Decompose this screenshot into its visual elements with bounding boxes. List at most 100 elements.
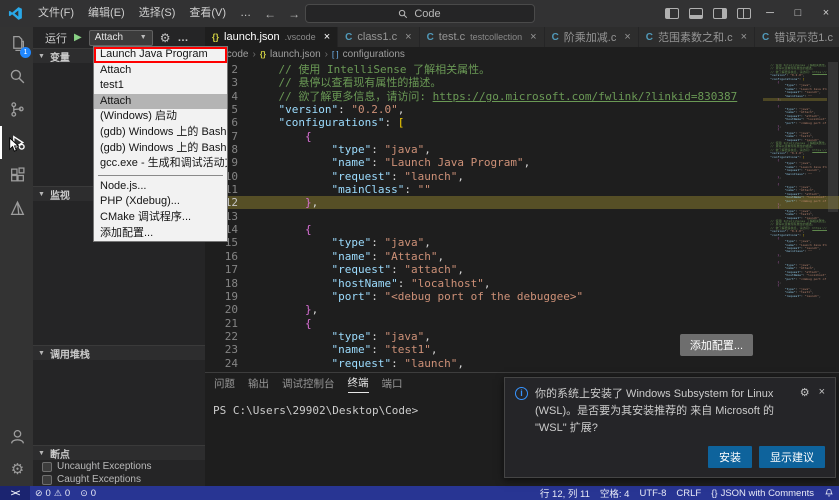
line-number[interactable]: 17 xyxy=(205,263,245,276)
encoding-setting[interactable]: UTF-8 xyxy=(634,488,671,499)
breakpoint-row[interactable]: Caught Exceptions xyxy=(33,473,205,486)
add-configuration-button[interactable]: 添加配置... xyxy=(679,334,753,356)
launch-config-select[interactable]: Attach ▼ xyxy=(88,29,153,46)
minimap[interactable]: // 使用 IntelliSense 了解相关属性。 // 悬停以查看现有属性的… xyxy=(763,64,827,372)
sidebar-item-source-control[interactable] xyxy=(0,93,33,126)
dropdown-item[interactable]: gcc.exe - 生成和调试活动文件 xyxy=(94,156,227,172)
dropdown-item[interactable]: PHP (Xdebug)... xyxy=(94,194,227,210)
code-line[interactable]: "request": "attach", xyxy=(252,263,763,276)
toggle-panel-icon[interactable] xyxy=(689,8,703,19)
dropdown-item[interactable]: Launch Java Program xyxy=(94,47,227,63)
sidebar-item-cmake[interactable] xyxy=(0,192,33,225)
minimize-icon[interactable]: ─ xyxy=(757,0,783,27)
code-line[interactable]: { xyxy=(252,223,763,236)
command-center-search[interactable]: Code xyxy=(304,4,535,23)
code-line[interactable]: "mainClass": "" xyxy=(252,183,763,196)
tab-sushu-c[interactable]: C 范围素数之和.c × xyxy=(638,27,756,47)
code-line[interactable]: "type": "java", xyxy=(252,143,763,156)
close-icon[interactable]: × xyxy=(813,0,839,27)
sidebar-item-explorer[interactable]: 1 xyxy=(0,27,33,60)
tab-class1-c[interactable]: C class1.c × xyxy=(338,27,420,47)
eol-setting[interactable]: CRLF xyxy=(671,488,706,499)
open-launch-json-icon[interactable]: ⚙ xyxy=(160,31,171,45)
panel-tab-output[interactable]: 输出 xyxy=(248,373,269,393)
tab-close-icon[interactable]: × xyxy=(530,31,536,43)
more-actions-icon[interactable]: … xyxy=(177,32,188,44)
code-line[interactable]: // 欲了解更多信息，请访问: https://go.microsoft.com… xyxy=(252,90,763,103)
line-number[interactable]: 24 xyxy=(205,357,245,370)
sidebar-item-search[interactable] xyxy=(0,60,33,93)
checkbox-unchecked[interactable] xyxy=(42,474,52,485)
code-line[interactable]: "type": "java", xyxy=(252,236,763,249)
line-number[interactable]: 18 xyxy=(205,277,245,290)
maximize-icon[interactable]: □ xyxy=(785,0,811,27)
tab-close-icon[interactable]: × xyxy=(405,31,411,43)
tab-close-icon[interactable]: × xyxy=(624,31,630,43)
dropdown-item[interactable]: CMake 调试程序... xyxy=(94,210,227,226)
language-mode[interactable]: {} JSON with Comments xyxy=(706,488,819,499)
account-button[interactable] xyxy=(0,420,33,453)
panel-tab-ports[interactable]: 端口 xyxy=(382,373,403,393)
install-button[interactable]: 安装 xyxy=(708,446,752,468)
dropdown-item[interactable]: Attach xyxy=(94,93,227,110)
code-line[interactable]: "request": "launch", xyxy=(252,357,763,370)
indentation-setting[interactable]: 空格: 4 xyxy=(595,486,635,500)
code-line[interactable]: }, xyxy=(252,196,763,209)
problems-indicator[interactable]: ⊘ 0 ⚠ 0 xyxy=(30,488,75,499)
code-line[interactable]: "request": "launch", xyxy=(252,170,763,183)
toggle-sidebar-icon[interactable] xyxy=(665,8,679,19)
menu-view[interactable]: 查看(V) xyxy=(182,0,233,27)
tab-cuowu-c[interactable]: C 错误示范1.c × xyxy=(755,27,839,47)
forward-arrow-icon[interactable]: → xyxy=(282,7,306,21)
ports-indicator[interactable]: ⊙ 0 xyxy=(75,488,101,499)
code-editor[interactable]: 2 3 4 5 6 7 8 9 10 11 12 13 14 15 16 17 18 19 20 21 22 23 24 /… xyxy=(205,62,839,372)
code-line[interactable]: "hostName": "localhost", xyxy=(252,277,763,290)
menu-more[interactable]: … xyxy=(233,0,258,27)
start-debugging-icon[interactable]: ▶ xyxy=(74,32,82,43)
remote-indicator[interactable]: >< xyxy=(0,486,30,500)
notification-close-icon[interactable]: × xyxy=(819,386,825,399)
dropdown-item[interactable]: Node.js... xyxy=(94,179,227,195)
code-line[interactable]: "name": "Attach", xyxy=(252,250,763,263)
code-line[interactable]: }, xyxy=(252,303,763,316)
dropdown-item[interactable]: (Windows) 启动 xyxy=(94,109,227,125)
customize-layout-icon[interactable] xyxy=(737,8,751,19)
notifications-bell[interactable] xyxy=(819,488,839,498)
code-line[interactable] xyxy=(252,210,763,223)
code-line[interactable]: "version": "0.2.0", xyxy=(252,103,763,116)
tab-close-icon[interactable]: × xyxy=(324,31,330,43)
checkbox-unchecked[interactable] xyxy=(42,461,52,472)
line-number[interactable]: 23 xyxy=(205,343,245,356)
breakpoints-header[interactable]: ▼ 断点 xyxy=(33,445,205,461)
tab-close-icon[interactable]: × xyxy=(741,31,747,43)
code-content[interactable]: // 使用 IntelliSense 了解相关属性。 // 悬停以查看现有属性的… xyxy=(252,63,763,370)
call-stack-header[interactable]: ▼ 调用堆栈 xyxy=(33,345,205,361)
editor-scrollbar[interactable] xyxy=(827,62,839,372)
notification-settings-gear-icon[interactable]: ⚙ xyxy=(800,386,810,399)
code-line[interactable]: "port": "<debug port of the debuggee>" xyxy=(252,290,763,303)
tab-launch-json[interactable]: {} launch.json .vscode × xyxy=(205,27,339,47)
code-line[interactable]: // 使用 IntelliSense 了解相关属性。 xyxy=(252,63,763,76)
menu-edit[interactable]: 编辑(E) xyxy=(81,0,132,27)
cursor-position[interactable]: 行 12, 列 11 xyxy=(535,486,595,500)
dropdown-item[interactable]: Attach xyxy=(94,63,227,79)
settings-button[interactable]: ⚙ xyxy=(0,453,33,486)
code-line[interactable]: { xyxy=(252,130,763,143)
line-number[interactable]: 20 xyxy=(205,303,245,316)
toggle-secondary-sidebar-icon[interactable] xyxy=(713,8,727,19)
tab-test-c[interactable]: C test.c testcollection × xyxy=(419,27,545,47)
panel-tab-debug-console[interactable]: 调试控制台 xyxy=(282,373,335,393)
line-number[interactable]: 19 xyxy=(205,290,245,303)
code-line[interactable]: { xyxy=(252,317,763,330)
code-line[interactable]: "configurations": [ xyxy=(252,116,763,129)
dropdown-item[interactable]: test1 xyxy=(94,78,227,94)
breakpoint-row[interactable]: Uncaught Exceptions xyxy=(33,460,205,473)
menu-file[interactable]: 文件(F) xyxy=(31,0,81,27)
panel-tab-problems[interactable]: 问题 xyxy=(214,373,235,393)
code-line[interactable]: // 悬停以查看现有属性的描述。 xyxy=(252,76,763,89)
panel-tab-terminal[interactable]: 终端 xyxy=(347,373,369,393)
menu-selection[interactable]: 选择(S) xyxy=(132,0,183,27)
dropdown-item[interactable]: 添加配置... xyxy=(94,226,227,242)
dropdown-item[interactable]: (gdb) Windows 上的 Bash 附加 xyxy=(94,141,227,157)
breadcrumb-symbol[interactable]: configurations xyxy=(343,49,405,60)
